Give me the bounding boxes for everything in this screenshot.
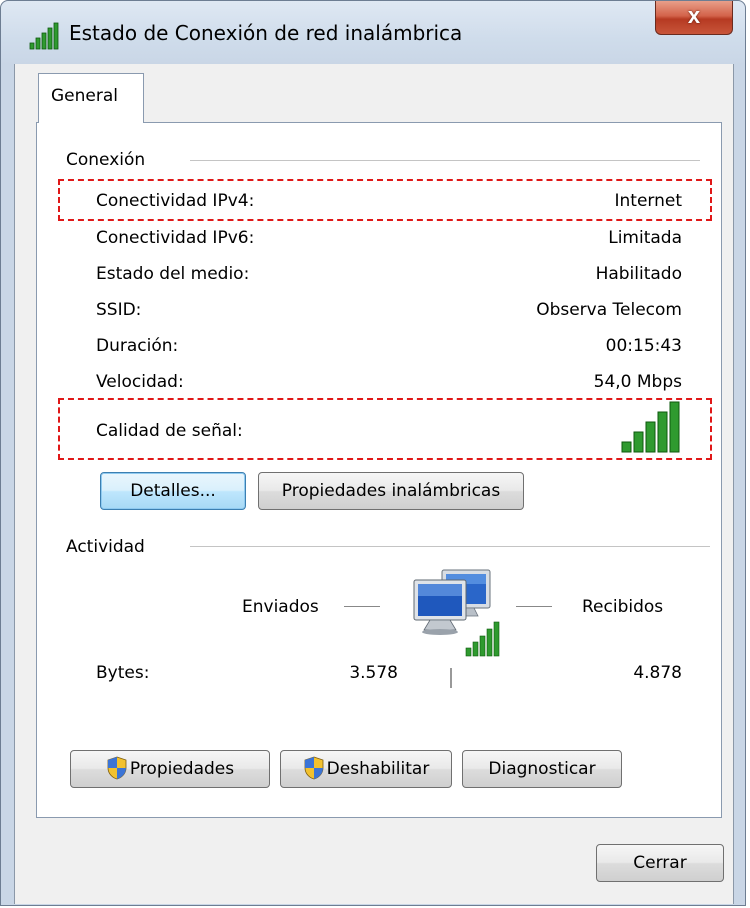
computers-network-icon <box>413 569 500 657</box>
bytes-sent-value: 3.578 <box>349 663 398 683</box>
connection-group-line <box>190 160 700 161</box>
tab-general[interactable]: General <box>38 73 144 123</box>
window-title: Estado de Conexión de red inalámbrica <box>69 21 463 45</box>
ssid-label: SSID: <box>96 300 142 320</box>
activity-group-label: Actividad <box>66 537 145 557</box>
speed-value: 54,0 Mbps <box>593 372 682 392</box>
received-line <box>516 606 552 607</box>
signal-bar <box>633 431 644 453</box>
disable-button-label: Deshabilitar <box>326 759 430 779</box>
duration-label: Duración: <box>96 336 179 356</box>
ipv6-label: Conectividad IPv6: <box>96 228 255 248</box>
duration-value: 00:15:43 <box>605 336 682 356</box>
signal-bars-icon <box>29 22 59 50</box>
tab-label: General <box>51 86 118 106</box>
title-bar[interactable]: Estado de Conexión de red inalámbrica x <box>1 1 745 65</box>
ipv4-value: Internet <box>614 191 682 211</box>
sent-label: Enviados <box>242 597 319 617</box>
details-button[interactable]: Detalles... <box>100 472 246 510</box>
bytes-received-value: 4.878 <box>633 663 682 683</box>
bytes-separator <box>450 668 452 688</box>
activity-group-line <box>190 546 710 547</box>
properties-button-label: Propiedades <box>129 759 235 779</box>
signal-bar <box>669 401 680 453</box>
ssid-value: Observa Telecom <box>536 300 682 320</box>
media-state-value: Habilitado <box>595 264 682 284</box>
properties-button[interactable]: Propiedades <box>70 750 270 788</box>
signal-quality-icon <box>621 401 680 453</box>
tab-page-general <box>36 122 722 818</box>
wireless-properties-button[interactable]: Propiedades inalámbricas <box>258 472 524 510</box>
received-label: Recibidos <box>582 597 664 617</box>
connection-group-label: Conexión <box>66 150 146 170</box>
disable-button[interactable]: Deshabilitar <box>280 750 452 788</box>
close-window-button[interactable]: x <box>655 1 733 35</box>
ipv4-label: Conectividad IPv4: <box>96 191 255 211</box>
close-button[interactable]: Cerrar <box>596 844 724 882</box>
signal-quality-label: Calidad de señal: <box>96 421 243 441</box>
ipv6-value: Limitada <box>608 228 682 248</box>
uac-shield-icon <box>107 756 127 780</box>
signal-bar <box>621 441 632 453</box>
close-icon: x <box>687 3 701 28</box>
sent-line <box>344 606 380 607</box>
bytes-label: Bytes: <box>96 663 150 683</box>
media-state-label: Estado del medio: <box>96 264 250 284</box>
uac-shield-icon <box>304 756 324 780</box>
signal-bar <box>657 411 668 453</box>
speed-label: Velocidad: <box>96 372 184 392</box>
signal-bar <box>645 421 656 453</box>
diagnose-button[interactable]: Diagnosticar <box>462 750 622 788</box>
